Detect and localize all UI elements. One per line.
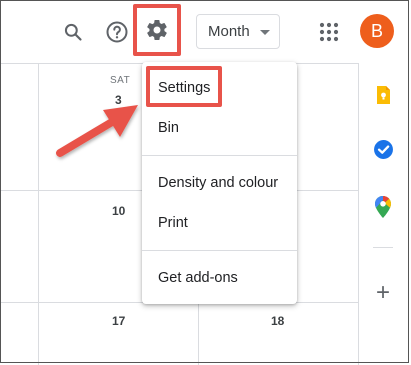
- side-divider: [373, 247, 393, 248]
- maps-icon[interactable]: [373, 195, 393, 219]
- add-icon[interactable]: +: [372, 279, 394, 306]
- tasks-icon[interactable]: [372, 138, 394, 160]
- menu-item-density-colour[interactable]: Density and colour: [142, 165, 297, 201]
- search-icon: [64, 23, 82, 41]
- date-cell-10[interactable]: 10: [112, 204, 125, 218]
- date-cell-17[interactable]: 17: [112, 314, 125, 328]
- menu-item-get-addons[interactable]: Get add-ons: [142, 260, 297, 296]
- keep-icon[interactable]: [372, 84, 394, 106]
- help-button[interactable]: [103, 16, 131, 48]
- day-header-sat: SAT: [110, 75, 131, 86]
- settings-highlight-box: [146, 66, 222, 107]
- view-select[interactable]: Month: [196, 14, 280, 49]
- search-button[interactable]: [60, 17, 86, 47]
- caret-down-icon: [260, 30, 270, 35]
- menu-item-bin[interactable]: Bin: [142, 110, 297, 146]
- annotation-arrow-icon: [56, 105, 138, 157]
- top-bar: Month B: [0, 0, 411, 64]
- menu-item-label: Print: [158, 215, 188, 231]
- menu-separator: [142, 250, 297, 251]
- menu-separator: [142, 155, 297, 156]
- menu-item-label: Density and colour: [158, 175, 279, 191]
- menu-item-label: Bin: [158, 120, 179, 136]
- apps-button[interactable]: [318, 21, 340, 43]
- avatar[interactable]: B: [360, 14, 394, 48]
- menu-item-label: Get add-ons: [158, 270, 238, 286]
- apps-grid-icon: [319, 22, 339, 42]
- grid-vline: [38, 63, 39, 365]
- gear-icon: [147, 19, 167, 41]
- menu-item-print[interactable]: Print: [142, 205, 297, 241]
- settings-button[interactable]: [133, 4, 181, 56]
- view-select-label: Month: [208, 23, 250, 40]
- help-icon: [106, 21, 128, 43]
- date-cell-18[interactable]: 18: [271, 314, 284, 328]
